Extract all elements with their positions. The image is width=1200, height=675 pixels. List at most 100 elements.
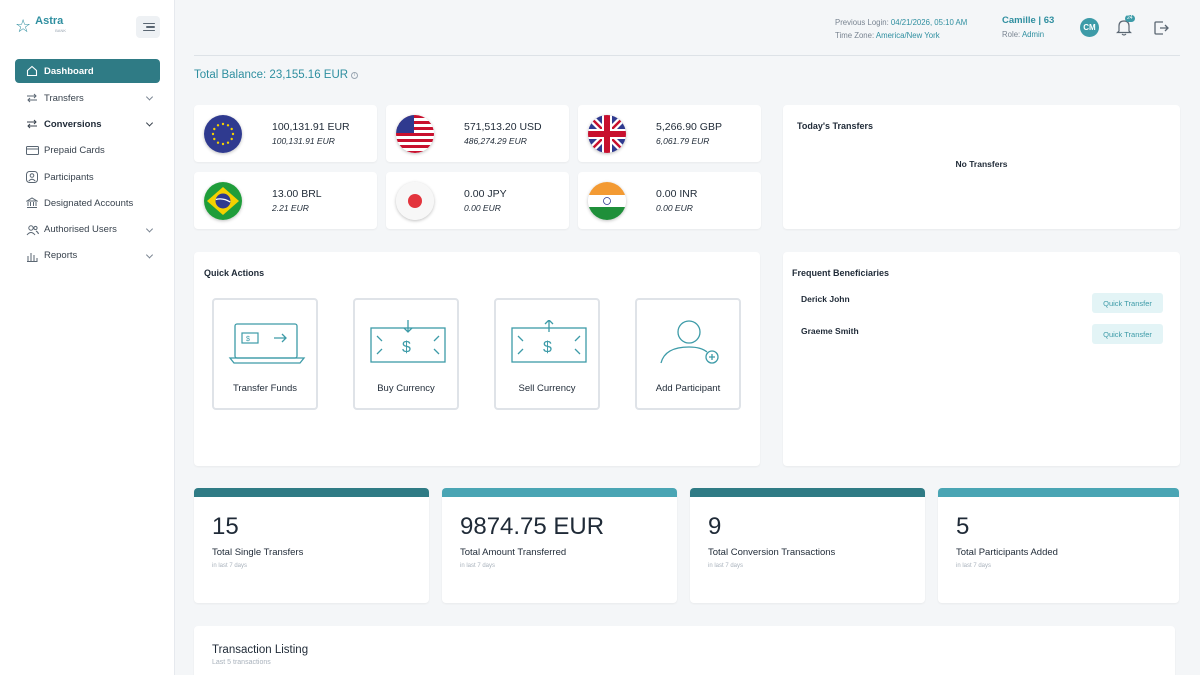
sidebar-item-conversions[interactable]: Conversions — [15, 111, 160, 137]
sidebar-item-label: Authorised Users — [44, 224, 117, 236]
home-icon — [25, 65, 39, 77]
add-participant-button[interactable]: Add Participant — [635, 298, 741, 410]
stat-card-conversion-transactions: 9 Total Conversion Transactions in last … — [690, 488, 925, 603]
buy-currency-button[interactable]: $ Buy Currency — [353, 298, 459, 410]
chevron-down-icon — [145, 119, 154, 127]
transfer-funds-button[interactable]: $ Transfer Funds — [212, 298, 318, 410]
chevron-down-icon — [145, 251, 154, 259]
stat-card-amount-transferred: 9874.75 EUR Total Amount Transferred in … — [442, 488, 677, 603]
stat-color-bar — [938, 488, 1179, 497]
info-icon[interactable]: i — [351, 71, 359, 79]
quick-transfer-button[interactable]: Quick Transfer — [1092, 293, 1163, 313]
sidebar-nav: Dashboard Transfers Conversions Prepaid … — [15, 59, 160, 269]
sidebar-item-label: Participants — [44, 171, 94, 183]
currency-card-gbp[interactable]: 5,266.90 GBP 6,061.79 EUR — [578, 105, 761, 162]
currency-eur-equivalent: 100,131.91 EUR — [272, 136, 335, 146]
frequent-beneficiaries-title: Frequent Beneficiaries — [792, 268, 890, 278]
todays-transfers-card: Today's Transfers No Transfers — [783, 105, 1180, 229]
sidebar-item-participants[interactable]: Participants — [15, 164, 160, 190]
no-transfers-text: No Transfers — [955, 159, 1008, 169]
total-balance: Total Balance: 23,155.16 EUR i — [194, 69, 359, 81]
currency-card-inr[interactable]: 0.00 INR 0.00 EUR — [578, 172, 761, 229]
quick-transfer-button[interactable]: Quick Transfer — [1092, 324, 1163, 344]
stat-period: in last 7 days — [956, 563, 992, 569]
login-info: Previous Login: 04/21/2026, 05:10 AM Tim… — [835, 16, 967, 42]
brazil-flag-icon — [204, 181, 242, 220]
japan-flag-icon — [396, 181, 434, 220]
sidebar-item-authorised-users[interactable]: Authorised Users — [15, 216, 160, 242]
stat-color-bar — [194, 488, 429, 497]
buy-currency-icon: $ — [370, 320, 446, 363]
sidebar-item-transfers[interactable]: Transfers — [15, 85, 160, 111]
stat-card-single-transfers: 15 Total Single Transfers in last 7 days — [194, 488, 429, 603]
quick-actions-card: Quick Actions $ Transfer Funds $ Buy Cur… — [194, 252, 760, 466]
currency-eur-equivalent: 486,274.29 EUR — [464, 136, 527, 146]
transaction-listing-card: Transaction Listing Last 5 transactions — [194, 626, 1175, 675]
previous-login-label: Previous Login: — [835, 18, 889, 27]
notification-badge: 24 — [1125, 15, 1135, 22]
logout-icon[interactable] — [1151, 18, 1171, 38]
sell-currency-label: Sell Currency — [518, 383, 576, 394]
transfer-funds-icon: $ — [228, 323, 306, 364]
sidebar-item-reports[interactable]: Reports — [15, 243, 160, 269]
buy-currency-label: Buy Currency — [377, 383, 435, 394]
stat-period: in last 7 days — [708, 563, 744, 569]
sell-currency-button[interactable]: $ Sell Currency — [494, 298, 600, 410]
notification-bell-icon[interactable]: 24 — [1114, 15, 1136, 39]
add-participant-label: Add Participant — [655, 383, 721, 394]
users-icon — [25, 224, 39, 236]
transaction-listing-subtitle: Last 5 transactions — [212, 659, 271, 666]
sidebar-item-designated-accounts[interactable]: Designated Accounts — [15, 190, 160, 216]
stat-color-bar — [442, 488, 677, 497]
conversion-icon — [25, 118, 39, 130]
timezone-label: Time Zone: — [835, 31, 875, 40]
bank-icon — [25, 197, 39, 209]
stat-label: Total Amount Transferred — [460, 547, 567, 558]
sidebar-item-label: Reports — [44, 250, 78, 262]
logo[interactable]: ☆ Astra BANK — [15, 16, 66, 36]
card-icon — [25, 145, 39, 157]
currency-eur-equivalent: 6,061.79 EUR — [656, 136, 710, 146]
currency-card-usd[interactable]: 571,513.20 USD 486,274.29 EUR — [386, 105, 569, 162]
transaction-listing-title: Transaction Listing — [212, 644, 309, 656]
currency-amount: 13.00 BRL — [272, 188, 322, 200]
currency-amount: 5,266.90 GBP — [656, 121, 722, 133]
sidebar: ☆ Astra BANK Dashboard Transfers Convers… — [0, 0, 175, 675]
chevron-down-icon — [145, 93, 154, 101]
india-flag-icon — [588, 181, 626, 220]
stat-period: in last 7 days — [460, 563, 496, 569]
sidebar-item-label: Dashboard — [44, 65, 94, 77]
top-header: Previous Login: 04/21/2026, 05:10 AM Tim… — [194, 0, 1180, 56]
avatar[interactable]: CM — [1080, 18, 1099, 37]
stat-value: 9 — [708, 513, 722, 540]
sidebar-item-label: Transfers — [44, 92, 84, 104]
user-info: Camille | 63 Role: Admin — [1002, 14, 1054, 42]
currency-amount: 0.00 JPY — [464, 188, 507, 200]
stat-card-participants-added: 5 Total Participants Added in last 7 day… — [938, 488, 1179, 603]
todays-transfers-title: Today's Transfers — [797, 121, 874, 131]
sidebar-item-label: Prepaid Cards — [44, 145, 105, 157]
quick-actions-title: Quick Actions — [204, 268, 265, 278]
role-value: Admin — [1021, 30, 1045, 39]
menu-toggle-button[interactable] — [136, 16, 160, 38]
star-logo-icon: ☆ — [15, 16, 32, 36]
us-flag-icon — [396, 114, 434, 153]
currency-eur-equivalent: 2.21 EUR — [272, 203, 309, 213]
currency-card-eur[interactable]: 100,131.91 EUR 100,131.91 EUR — [194, 105, 377, 162]
logo-subtitle: BANK — [55, 28, 67, 33]
user-name: Camille | 63 — [1002, 15, 1055, 26]
currency-card-jpy[interactable]: 0.00 JPY 0.00 EUR — [386, 172, 569, 229]
beneficiary-name: Derick John — [801, 294, 850, 304]
stat-label: Total Single Transfers — [212, 547, 304, 558]
logo-name: Astra — [35, 15, 64, 27]
add-participant-icon — [660, 320, 719, 364]
currency-card-brl[interactable]: 13.00 BRL 2.21 EUR — [194, 172, 377, 229]
sidebar-item-prepaid-cards[interactable]: Prepaid Cards — [15, 138, 160, 164]
sell-currency-icon: $ — [511, 320, 587, 363]
stat-period: in last 7 days — [212, 563, 248, 569]
hamburger-icon — [143, 22, 155, 25]
chart-icon — [25, 250, 39, 262]
timezone-value: America/New York — [875, 31, 940, 40]
role-label: Role: — [1002, 30, 1021, 39]
sidebar-item-dashboard[interactable]: Dashboard — [15, 59, 160, 83]
